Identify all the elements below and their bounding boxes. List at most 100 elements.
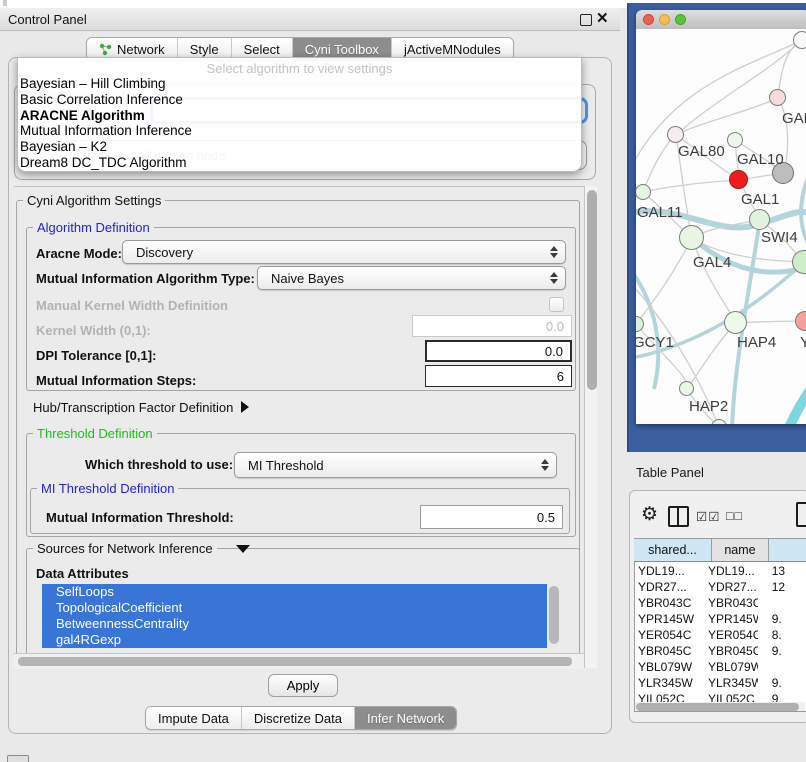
table-row[interactable]: YBL079WYBL079W bbox=[635, 659, 806, 675]
attributes-scrollbar-thumb[interactable] bbox=[549, 586, 559, 644]
node-label-y: Y bbox=[800, 334, 806, 351]
table-header-row: shared... name bbox=[634, 538, 806, 562]
node-label-hap4: HAP4 bbox=[737, 334, 776, 351]
hub-definition-expander[interactable]: Hub/Transcription Factor Definition bbox=[33, 400, 249, 415]
tab-infer-network-label: Infer Network bbox=[367, 711, 444, 726]
network-icon bbox=[99, 43, 112, 56]
network-node-gal4[interactable] bbox=[679, 225, 704, 250]
table-row[interactable]: YBR045CYBR045C9. bbox=[635, 643, 806, 659]
table-row[interactable]: YBR043CYBR043C bbox=[635, 595, 806, 611]
algorithm-option[interactable]: ARACNE Algorithm bbox=[18, 108, 581, 124]
attribute-item-selected[interactable]: gal4RGexp bbox=[42, 632, 547, 648]
algorithm-option-list: Bayesian – Hill Climbing Basic Correlati… bbox=[18, 76, 581, 171]
network-node-hap4[interactable] bbox=[724, 311, 747, 334]
mi-type-label: Mutual Information Algorithm Type: bbox=[36, 271, 255, 286]
settings-vscrollbar[interactable] bbox=[584, 186, 597, 668]
mi-threshold-value: 0.5 bbox=[537, 510, 555, 525]
cyni-algorithm-settings-title: Cyni Algorithm Settings bbox=[23, 193, 165, 208]
attribute-item-selected[interactable]: SelfLoops bbox=[42, 584, 547, 600]
tab-discretize-data[interactable]: Discretize Data bbox=[242, 707, 355, 729]
table-row[interactable]: YDL19...YDL19...13 bbox=[635, 563, 806, 579]
cyni-mode-tabbar: Impute Data Discretize Data Infer Networ… bbox=[145, 706, 457, 730]
settings-hscrollbar[interactable] bbox=[14, 653, 584, 669]
mi-steps-field[interactable]: 6 bbox=[425, 365, 572, 387]
column-header-shared-name[interactable]: shared... bbox=[634, 538, 712, 562]
tab-select-label: Select bbox=[244, 42, 280, 57]
close-panel-icon[interactable]: ✕ bbox=[596, 9, 609, 27]
show-columns-icon[interactable] bbox=[668, 506, 689, 527]
dpi-tolerance-field[interactable]: 0.0 bbox=[425, 340, 572, 362]
node-label-gal10: GAL10 bbox=[737, 151, 784, 168]
table-settings-gear-icon[interactable]: ⚙ bbox=[641, 503, 658, 526]
table-hscrollbar[interactable] bbox=[635, 702, 805, 711]
table-body[interactable]: YDL19...YDL19...13 YDR27...YDR27...12 YB… bbox=[635, 563, 806, 702]
algorithm-dropdown-prompt: Select algorithm to view settings bbox=[18, 58, 581, 76]
dpi-tolerance-value: 0.0 bbox=[545, 344, 563, 359]
table-row[interactable]: YLR345WYLR345W9. bbox=[635, 675, 806, 691]
close-window-icon[interactable] bbox=[643, 14, 654, 25]
column-header-partial[interactable] bbox=[769, 538, 806, 562]
manual-kernel-checkbox[interactable] bbox=[549, 297, 564, 312]
minimize-window-icon[interactable] bbox=[659, 14, 670, 25]
which-threshold-select[interactable]: MI Threshold bbox=[234, 452, 557, 478]
mi-threshold-field[interactable]: 0.5 bbox=[420, 505, 563, 529]
float-panel-icon[interactable] bbox=[580, 14, 592, 26]
network-node[interactable] bbox=[793, 31, 806, 49]
tab-infer-network[interactable]: Infer Network bbox=[355, 707, 456, 729]
select-all-checkboxes-icon[interactable]: ☑☑ bbox=[696, 509, 720, 524]
network-node-gal80[interactable] bbox=[667, 126, 684, 143]
table-row[interactable]: YER054CYER054C8. bbox=[635, 627, 806, 643]
mi-steps-label: Mutual Information Steps: bbox=[36, 373, 196, 388]
collapse-arrow-icon[interactable] bbox=[236, 545, 250, 553]
collapsed-panel-icon[interactable] bbox=[7, 755, 29, 762]
node-label: GAL bbox=[782, 110, 806, 127]
aracne-mode-select[interactable]: Discovery bbox=[122, 240, 566, 264]
table-row[interactable]: YPR145WYPR145W9. bbox=[635, 611, 806, 627]
network-node-gal10[interactable] bbox=[727, 132, 743, 148]
data-attributes-label: Data Attributes bbox=[36, 566, 129, 581]
algorithm-dropdown-popup: Select algorithm to view settings Bayesi… bbox=[17, 57, 582, 172]
algorithm-option[interactable]: Bayesian – K2 bbox=[18, 139, 581, 155]
aracne-mode-value: Discovery bbox=[136, 245, 193, 260]
deselect-all-checkboxes-icon[interactable]: □□ bbox=[726, 509, 743, 523]
settings-hscrollbar-thumb[interactable] bbox=[18, 657, 572, 666]
kernel-width-field[interactable]: 0.0 bbox=[412, 315, 572, 337]
network-view-window[interactable]: GAL GAL80 GAL10 GAL1 GAL11 SWI4 GAL4 GCY… bbox=[636, 10, 806, 424]
mi-threshold-label: Mutual Information Threshold: bbox=[46, 510, 234, 525]
algorithm-option[interactable]: Basic Correlation Inference bbox=[18, 92, 581, 108]
mi-steps-value: 6 bbox=[557, 369, 564, 384]
network-window-titlebar[interactable] bbox=[636, 10, 806, 30]
node-label-gal11: GAL11 bbox=[637, 204, 683, 221]
dpi-tolerance-label: DPI Tolerance [0,1]: bbox=[36, 348, 156, 363]
tab-impute-data[interactable]: Impute Data bbox=[146, 707, 242, 729]
table-row[interactable]: YIL052CYIL052C9. bbox=[635, 691, 806, 702]
settings-vscrollbar-thumb[interactable] bbox=[587, 190, 597, 390]
table-hscrollbar-thumb[interactable] bbox=[636, 703, 799, 711]
algorithm-option[interactable]: Bayesian – Hill Climbing bbox=[18, 76, 581, 92]
aracne-mode-label: Aracne Mode: bbox=[36, 246, 122, 261]
panel-title: Control Panel bbox=[8, 12, 87, 27]
attribute-item-selected[interactable]: TopologicalCoefficient bbox=[42, 600, 547, 616]
attribute-item-selected[interactable]: BetweennessCentrality bbox=[42, 616, 547, 632]
network-canvas[interactable]: GAL GAL80 GAL10 GAL1 GAL11 SWI4 GAL4 GCY… bbox=[636, 29, 806, 424]
apply-button[interactable]: Apply bbox=[268, 674, 338, 697]
mi-threshold-group-title: MI Threshold Definition bbox=[37, 481, 178, 496]
node-label-gal4: GAL4 bbox=[693, 254, 731, 271]
hub-definition-label: Hub/Transcription Factor Definition bbox=[33, 400, 233, 415]
zoom-window-icon[interactable] bbox=[675, 14, 686, 25]
network-node-gal[interactable] bbox=[769, 89, 786, 106]
mi-type-value: Naive Bayes bbox=[271, 271, 344, 286]
algorithm-option[interactable]: Dream8 DC_TDC Algorithm bbox=[18, 155, 581, 171]
mi-type-select[interactable]: Naive Bayes bbox=[257, 266, 566, 290]
network-node-gal1-selected[interactable] bbox=[729, 170, 748, 189]
tab-impute-data-label: Impute Data bbox=[158, 711, 229, 726]
network-node-swi4[interactable] bbox=[749, 209, 770, 230]
export-table-icon[interactable] bbox=[796, 502, 806, 527]
tab-discretize-data-label: Discretize Data bbox=[254, 711, 342, 726]
data-attributes-list[interactable]: SelfLoopsTopologicalCoefficientBetweenne… bbox=[42, 584, 547, 648]
column-header-name[interactable]: name bbox=[712, 538, 769, 562]
algorithm-option[interactable]: Mutual Information Inference bbox=[18, 123, 581, 139]
network-node-hap2[interactable] bbox=[679, 381, 694, 396]
table-row[interactable]: YDR27...YDR27...12 bbox=[635, 579, 806, 595]
sources-title: Sources for Network Inference bbox=[33, 541, 217, 556]
